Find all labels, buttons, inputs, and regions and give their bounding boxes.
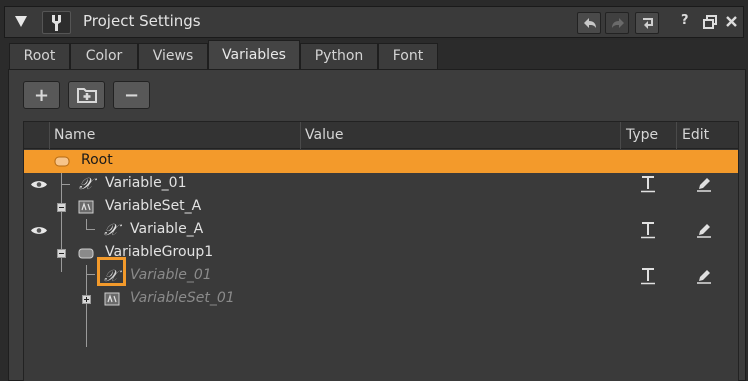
row-label: VariableSet_01 — [130, 290, 235, 306]
tree-row-root[interactable]: Root — [24, 150, 738, 173]
redo-icon — [612, 18, 624, 28]
column-type[interactable]: Type — [626, 127, 658, 143]
visibility-eye-icon[interactable] — [30, 225, 48, 236]
collapse-arrow-icon[interactable] — [15, 16, 27, 27]
tab-views[interactable]: Views — [138, 43, 208, 70]
column-value[interactable]: Value — [305, 127, 343, 143]
row-label: Root — [81, 152, 113, 168]
tree-row-variable[interactable]: 𝒳 Variable_01 — [24, 173, 738, 196]
add-variable-button[interactable]: + — [23, 81, 60, 109]
tree-row-variable-set[interactable]: VariableSet_01 — [24, 288, 738, 311]
tab-python[interactable]: Python — [300, 43, 378, 70]
pencil-icon[interactable] — [696, 222, 712, 238]
tab-font[interactable]: Font — [378, 43, 438, 70]
variables-tree: Name Value Type Edit Root 𝒳 Variable_01 … — [23, 121, 739, 381]
row-label: Variable_01 — [105, 175, 187, 191]
collapse-toggle[interactable] — [57, 249, 66, 258]
highlight-box — [97, 257, 126, 286]
help-icon[interactable]: ? — [681, 13, 689, 28]
tab-variables[interactable]: Variables — [208, 40, 300, 71]
add-folder-icon — [77, 88, 97, 103]
expand-toggle[interactable] — [82, 295, 91, 304]
tab-color[interactable]: Color — [70, 43, 138, 70]
wrench-button[interactable] — [42, 11, 71, 34]
tree-row-variable[interactable]: 𝒳 Variable_A — [24, 219, 738, 242]
header-separator — [676, 122, 677, 149]
wrench-icon — [52, 15, 61, 31]
row-label: Variable_A — [130, 221, 204, 237]
column-edit[interactable]: Edit — [682, 127, 709, 143]
row-label: Variable_01 — [130, 267, 212, 283]
text-type-icon[interactable] — [640, 175, 656, 193]
text-type-icon[interactable] — [640, 221, 656, 239]
add-group-button[interactable] — [68, 81, 105, 109]
text-type-icon[interactable] — [640, 267, 656, 285]
tree-row-variable-set[interactable]: VariableSet_A — [24, 196, 738, 219]
header-separator — [49, 122, 50, 149]
collapse-toggle[interactable] — [57, 203, 66, 212]
float-window-icon[interactable] — [703, 15, 717, 29]
revert-button[interactable] — [635, 12, 659, 34]
tab-bar: Root Color Views Variables Python Font — [0, 40, 748, 71]
revert-icon — [643, 18, 653, 29]
title-frame: Project Settings ? — [4, 6, 744, 38]
close-icon[interactable] — [725, 15, 738, 28]
header-separator — [300, 122, 301, 149]
plus-icon: + — [33, 85, 50, 106]
row-label: VariableSet_A — [105, 198, 202, 214]
header-separator — [620, 122, 621, 149]
variables-panel: + − Name Value Type Edit Root 𝒳 Variable… — [8, 69, 746, 381]
minus-icon: − — [123, 85, 140, 106]
variable-set-icon — [78, 200, 94, 214]
table-header: Name Value Type Edit — [24, 122, 738, 149]
tab-root[interactable]: Root — [9, 43, 70, 70]
tree-row-variable-reference[interactable]: 𝒳 Variable_01 — [24, 265, 738, 288]
tree-row-variable-group[interactable]: VariableGroup1 — [24, 242, 738, 265]
window-title: Project Settings — [83, 12, 201, 30]
column-name[interactable]: Name — [54, 127, 95, 143]
root-icon — [54, 156, 70, 167]
title-bar: Project Settings ? — [0, 0, 748, 40]
variable-icon: 𝒳 — [104, 220, 118, 239]
variable-set-icon — [104, 292, 120, 306]
remove-button[interactable]: − — [113, 81, 150, 109]
variable-group-icon — [78, 248, 94, 259]
variable-icon: 𝒳 — [79, 174, 93, 193]
undo-button[interactable] — [577, 12, 601, 34]
pencil-icon[interactable] — [696, 176, 712, 192]
undo-icon — [584, 18, 596, 28]
pencil-icon[interactable] — [696, 268, 712, 284]
redo-button[interactable] — [605, 12, 629, 34]
visibility-eye-icon[interactable] — [30, 179, 48, 190]
